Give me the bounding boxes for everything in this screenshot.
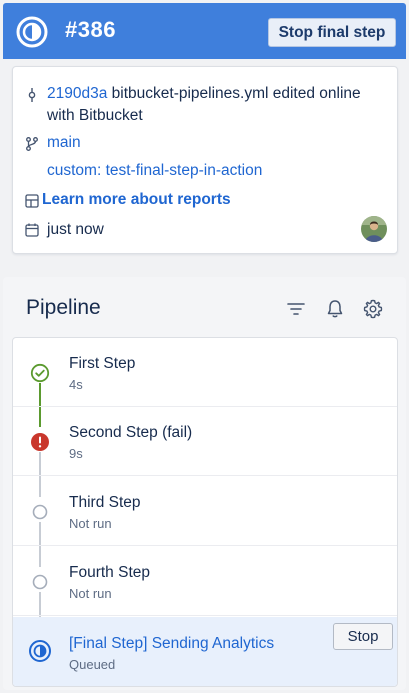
calendar-icon (25, 223, 39, 237)
step-name: [Final Step] Sending Analytics (69, 635, 275, 652)
queued-icon (29, 640, 51, 662)
run-time: just now (47, 221, 104, 238)
step-third[interactable]: Third Step Not run (13, 477, 397, 546)
gear-icon[interactable] (362, 298, 384, 320)
steps-list: First Step 4s Second Step (fail) 9s Thir… (12, 337, 398, 687)
pipeline-run-header: #386 Stop final step (3, 3, 406, 59)
learn-more-reports-link[interactable]: Learn more about reports (42, 191, 231, 209)
step-status: Not run (69, 516, 112, 531)
not-run-icon (32, 504, 48, 520)
not-run-icon (32, 574, 48, 590)
run-status-icon (16, 16, 48, 48)
error-icon (31, 433, 49, 451)
success-check-icon (30, 363, 50, 383)
step-first[interactable]: First Step 4s (13, 338, 397, 407)
step-status: Queued (69, 657, 116, 672)
run-number: #386 (65, 17, 116, 42)
step-name: Third Step (69, 494, 141, 511)
step-second[interactable]: Second Step (fail) 9s (13, 407, 397, 476)
commit-hash-link[interactable]: 2190d3a (47, 85, 107, 102)
stop-final-step-button[interactable]: Stop final step (268, 18, 396, 47)
step-name: Second Step (fail) (69, 424, 193, 441)
step-name: Fourth Step (69, 564, 150, 581)
avatar[interactable] (361, 216, 387, 242)
pipeline-title: Pipeline (26, 296, 101, 319)
step-duration: 4s (69, 377, 83, 392)
branch-icon (26, 137, 38, 151)
commit-summary: 2190d3a bitbucket-pipelines.yml edited o… (47, 83, 387, 127)
commit-icon (28, 88, 36, 102)
step-duration: 9s (69, 446, 83, 461)
step-name: First Step (69, 355, 136, 372)
step-final[interactable]: [Final Step] Sending Analytics Queued St… (13, 617, 397, 686)
branch-link[interactable]: main (47, 134, 81, 152)
filter-icon[interactable] (285, 298, 307, 320)
stop-step-button[interactable]: Stop (333, 623, 393, 650)
step-fourth[interactable]: Fourth Step Not run (13, 547, 397, 616)
step-status: Not run (69, 586, 112, 601)
reports-icon (25, 194, 39, 208)
run-details-card: 2190d3a bitbucket-pipelines.yml edited o… (12, 66, 398, 254)
pipeline-name-link[interactable]: custom: test-final-step-in-action (47, 162, 262, 180)
bell-icon[interactable] (324, 298, 346, 320)
